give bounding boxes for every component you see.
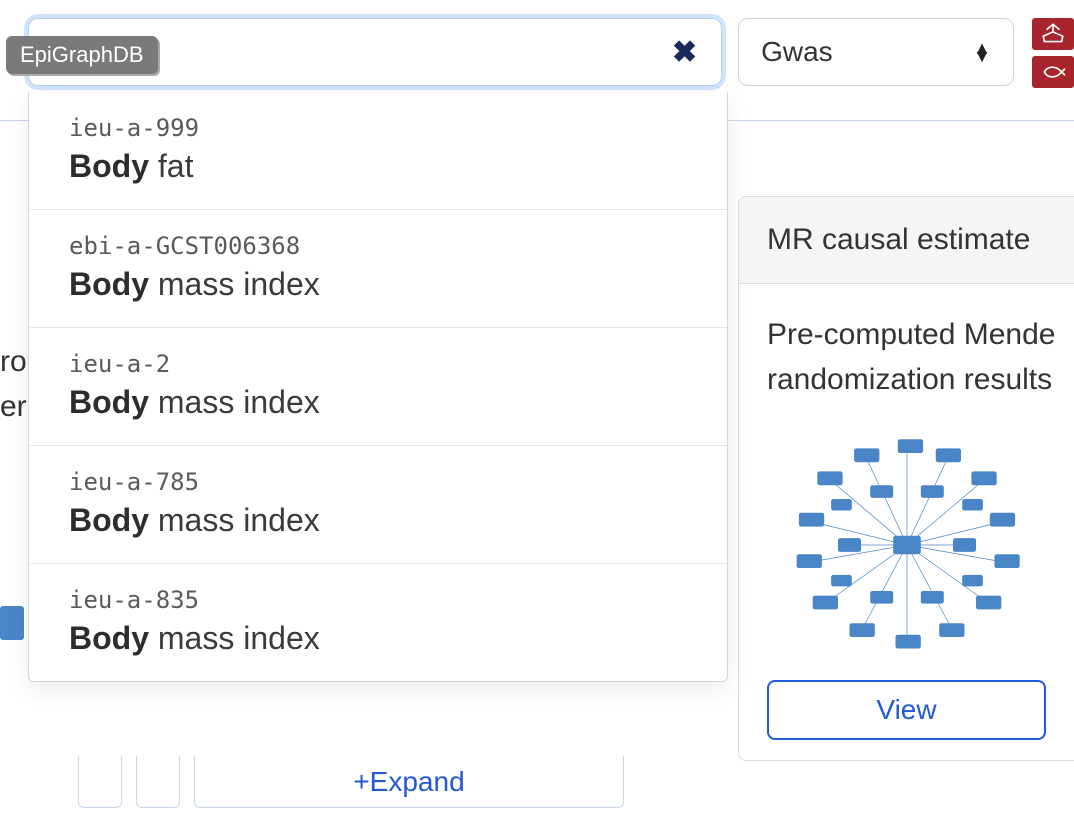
autocomplete-item-label: Body mass index: [69, 384, 687, 421]
autocomplete-item-id: ieu-a-785: [69, 468, 687, 496]
view-label: View: [876, 694, 936, 726]
autocomplete-item[interactable]: ebi-a-GCST006368 Body mass index: [29, 210, 727, 328]
bg-text-frag: ro: [0, 345, 27, 379]
brand-tag: EpiGraphDB: [6, 36, 158, 74]
autocomplete-item-label: Body mass index: [69, 620, 687, 657]
autocomplete-item-id: ieu-a-2: [69, 350, 687, 378]
autocomplete-dropdown: ieu-a-999 Body fat ebi-a-GCST006368 Body ma…: [28, 92, 728, 682]
mr-causal-card: MR causal estimate Pre-computed Mende ra…: [738, 196, 1074, 761]
autocomplete-item-id: ieu-a-999: [69, 114, 687, 142]
autocomplete-item[interactable]: ieu-a-2 Body mass index: [29, 328, 727, 446]
entity-type-value: Gwas: [761, 36, 833, 68]
autocomplete-item-label: Body fat: [69, 148, 687, 185]
autocomplete-item[interactable]: ieu-a-835 Body mass index: [29, 564, 727, 681]
bg-chip: [0, 606, 24, 640]
fish-icon: [1032, 56, 1074, 88]
network-graph-thumb: [787, 430, 1027, 660]
select-caret-icon: ▲▼: [973, 44, 991, 60]
bottom-box[interactable]: [136, 756, 180, 808]
autocomplete-item-label: Body mass index: [69, 266, 687, 303]
view-button[interactable]: View: [767, 680, 1046, 740]
expand-button[interactable]: +Expand: [194, 756, 624, 808]
expand-label: +Expand: [353, 766, 464, 798]
autocomplete-item[interactable]: ieu-a-999 Body fat: [29, 92, 727, 210]
bg-text-frag: er: [0, 390, 27, 424]
entity-type-select[interactable]: Gwas ▲▼: [738, 18, 1014, 86]
autocomplete-item-label: Body mass index: [69, 502, 687, 539]
bottom-box[interactable]: [78, 756, 122, 808]
ship-icon: [1032, 18, 1074, 50]
card-description: Pre-computed Mende randomization results: [739, 284, 1074, 430]
brand-logo-column: [1032, 18, 1074, 88]
card-title: MR causal estimate: [739, 197, 1074, 284]
autocomplete-item[interactable]: ieu-a-785 Body mass index: [29, 446, 727, 564]
autocomplete-item-id: ebi-a-GCST006368: [69, 232, 687, 260]
clear-icon[interactable]: ✖: [672, 35, 697, 70]
autocomplete-item-id: ieu-a-835: [69, 586, 687, 614]
top-controls: ✖ Gwas ▲▼: [28, 18, 1074, 88]
bottom-buttons: +Expand: [0, 756, 724, 808]
